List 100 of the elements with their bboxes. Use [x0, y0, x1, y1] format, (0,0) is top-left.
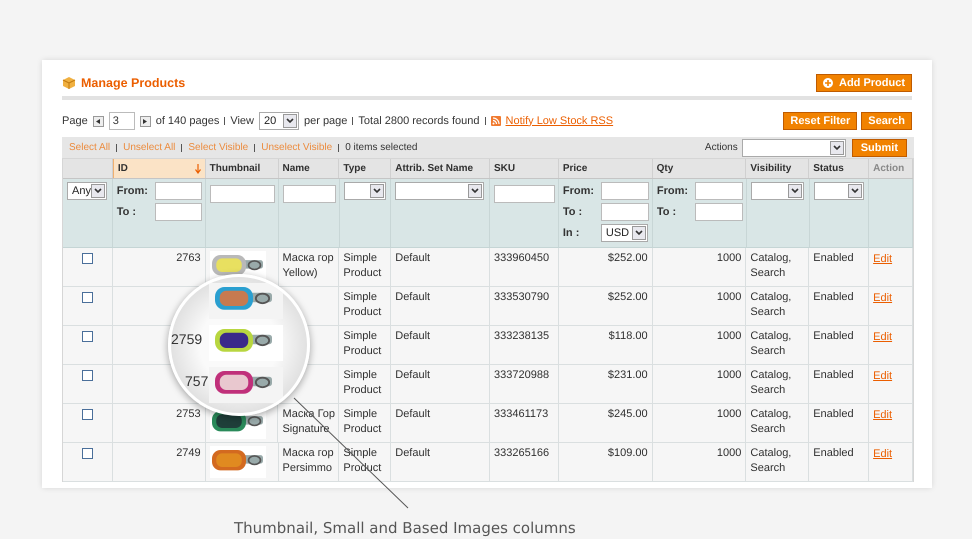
- table-cell-text: Catalog, Search: [750, 329, 792, 359]
- selection-link[interactable]: Unselect All: [123, 140, 176, 155]
- caret-right-icon: [143, 118, 148, 124]
- filter-label: From:: [116, 184, 149, 199]
- filter-button[interactable]: Search: [861, 112, 912, 130]
- select-field[interactable]: Any: [67, 182, 107, 200]
- pager-label: Page: [62, 114, 88, 129]
- chevron-down-icon: [471, 188, 480, 194]
- column-label: Action: [873, 162, 904, 176]
- column-label: SKU: [494, 162, 516, 176]
- table-cell-text: 333960450: [494, 251, 550, 266]
- table-cell-text: Default: [395, 251, 430, 266]
- select-field[interactable]: [814, 182, 864, 200]
- filter-button[interactable]: Reset Filter: [783, 112, 858, 130]
- filter-label: To :: [656, 204, 678, 220]
- table-cell-text: 333238135: [494, 329, 550, 344]
- table-cell-text: $245.00: [608, 407, 648, 422]
- selection-link[interactable]: Select Visible: [188, 140, 248, 155]
- table-cell-text: $231.00: [608, 368, 648, 383]
- edit-link[interactable]: Edit: [873, 368, 892, 403]
- table-cell-text: $109.00: [608, 446, 648, 461]
- edit-link[interactable]: Edit: [873, 407, 892, 442]
- column-header[interactable]: SKU: [490, 159, 559, 178]
- column-header[interactable]: Thumbnail: [206, 159, 278, 178]
- select-field[interactable]: 20: [258, 112, 299, 130]
- sort-down-icon: [194, 164, 201, 174]
- selection-link[interactable]: Select All: [69, 140, 110, 155]
- table-cell-text: 2749: [176, 446, 201, 461]
- edit-link[interactable]: Edit: [873, 329, 892, 364]
- add-product-button[interactable]: Add Product: [816, 74, 912, 92]
- input-field[interactable]: [694, 203, 743, 221]
- edit-link[interactable]: Edit: [873, 290, 892, 325]
- input-field[interactable]: [282, 185, 336, 203]
- table-cell-text: Simple Product: [343, 407, 382, 437]
- select-value: 20: [264, 114, 276, 129]
- page-title: Manage Products: [81, 74, 186, 92]
- table-cell-text: Simple Product: [343, 368, 382, 398]
- input-field[interactable]: [694, 182, 743, 200]
- input-field[interactable]: [210, 185, 275, 203]
- filter-label: To :: [116, 204, 138, 220]
- column-header[interactable]: Type: [339, 159, 392, 178]
- table-cell-text: 1000: [716, 251, 742, 266]
- pager-text: per page: [304, 114, 348, 129]
- table-cell-text: 1000: [716, 407, 742, 422]
- submit-button[interactable]: Submit: [852, 138, 907, 156]
- row-checkbox[interactable]: [82, 370, 93, 381]
- actions-label: Actions: [704, 141, 738, 155]
- filter-label: To :: [562, 204, 584, 220]
- table-cell-text: 1000: [716, 290, 742, 305]
- select-field[interactable]: [395, 182, 484, 200]
- input-field[interactable]: [494, 185, 555, 203]
- column-header[interactable]: Name: [278, 159, 340, 178]
- table-cell-text: Маска гор Yellow): [282, 251, 334, 281]
- column-label: Thumbnail: [210, 162, 260, 176]
- column-header[interactable]: Status: [809, 159, 870, 178]
- table-cell-text: Маска гор Persimmo: [282, 446, 334, 476]
- select-field[interactable]: [742, 138, 846, 156]
- filter-label: From:: [562, 184, 596, 199]
- chevron-down-icon: [850, 188, 859, 194]
- rss-link[interactable]: Notify Low Stock RSS: [506, 112, 614, 130]
- plus-icon: [823, 78, 833, 88]
- next-page-button[interactable]: [140, 116, 151, 126]
- column-header[interactable]: ID: [112, 159, 206, 178]
- table-cell-text: Default: [395, 290, 430, 305]
- table-cell-text: Catalog, Search: [750, 446, 792, 476]
- previous-page-button[interactable]: [92, 116, 104, 126]
- pager-label: View: [230, 114, 254, 129]
- rss-icon: [490, 116, 501, 126]
- table-cell-text: 1000: [716, 368, 742, 383]
- column-header[interactable]: Price: [558, 159, 653, 178]
- table-cell-text: Simple Product: [343, 290, 382, 320]
- column-header[interactable]: Attrib. Set Name: [391, 159, 490, 178]
- column-header[interactable]: Qty: [652, 159, 746, 178]
- row-checkbox[interactable]: [82, 331, 93, 342]
- table-cell-text: Enabled: [813, 290, 854, 305]
- table-cell-text: Default: [395, 407, 430, 422]
- column-header[interactable]: Visibility: [746, 159, 810, 178]
- select-field[interactable]: USD: [600, 224, 648, 242]
- filter-label: In :: [562, 226, 580, 241]
- column-label: Type: [343, 162, 366, 176]
- row-checkbox[interactable]: [82, 448, 93, 459]
- edit-link[interactable]: Edit: [873, 446, 892, 481]
- table-cell-text: Catalog, Search: [750, 290, 792, 320]
- input-field[interactable]: [600, 182, 649, 200]
- select-field[interactable]: [344, 182, 386, 200]
- row-checkbox[interactable]: [82, 409, 93, 420]
- input-field[interactable]: [600, 203, 649, 221]
- chevron-down-icon: [94, 188, 102, 194]
- table-cell-text: 1000: [716, 329, 742, 344]
- table-cell-text: Enabled: [813, 407, 854, 422]
- edit-link[interactable]: Edit: [873, 251, 892, 286]
- row-checkbox[interactable]: [82, 253, 93, 264]
- selection-link[interactable]: Unselect Visible: [261, 140, 332, 155]
- select-field[interactable]: [750, 182, 804, 200]
- page-field[interactable]: 3: [108, 112, 135, 130]
- caret-left-icon: [96, 118, 100, 124]
- row-checkbox[interactable]: [82, 292, 93, 303]
- select-value: Any: [72, 184, 91, 199]
- input-field[interactable]: [154, 182, 202, 200]
- input-field[interactable]: [154, 203, 202, 221]
